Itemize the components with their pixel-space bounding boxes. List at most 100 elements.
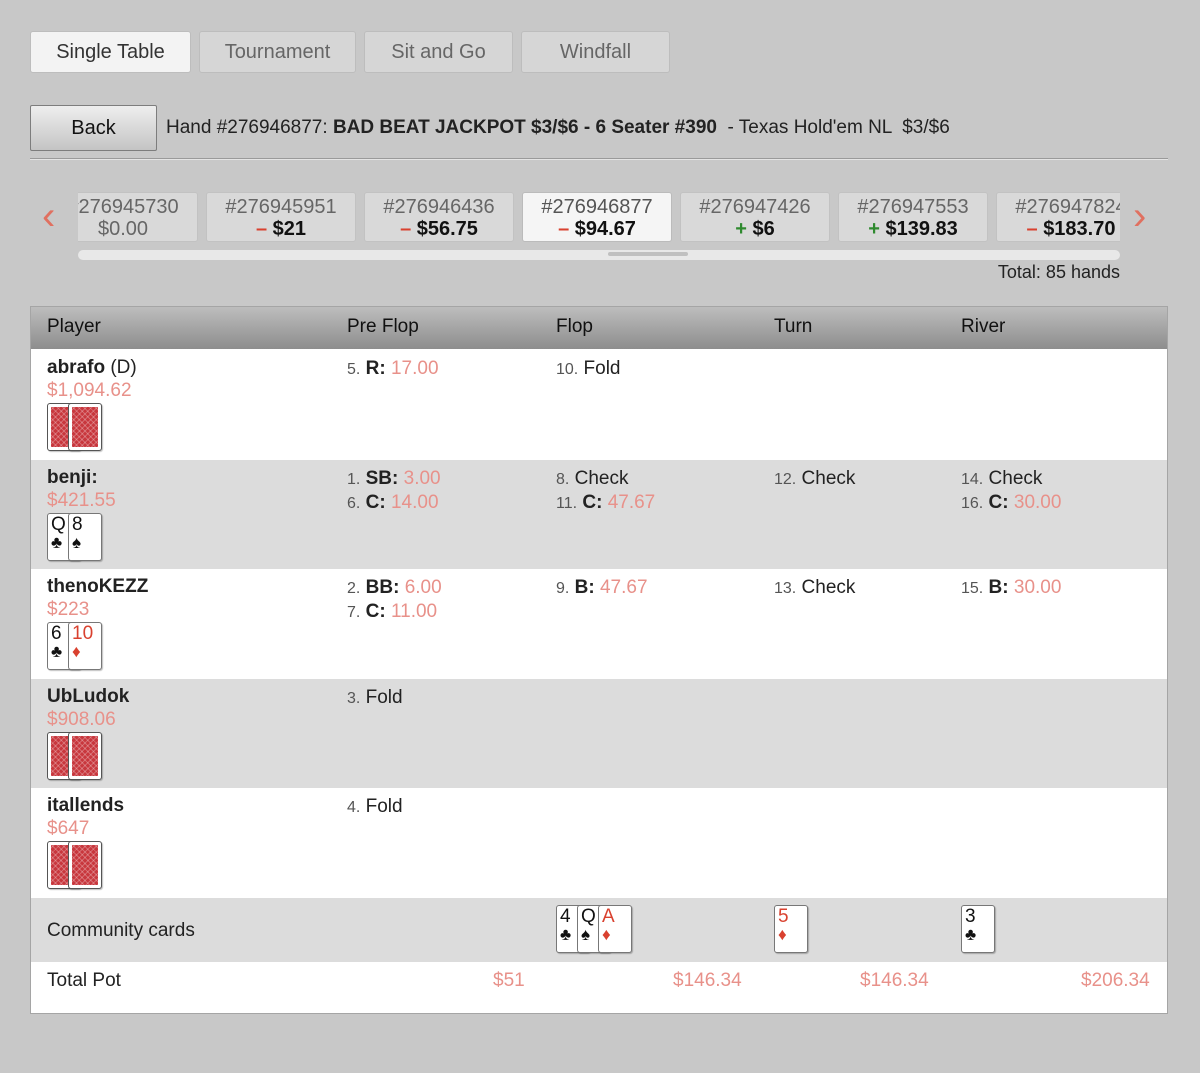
dealer-badge: (D) <box>105 357 137 378</box>
flop-actions: 8. Check 11. C: 47.67 <box>556 467 655 515</box>
hand-tab-result: $0.00 <box>78 218 197 240</box>
river-actions: 14. Check 16. C: 30.00 <box>961 467 1061 515</box>
action-order: 10. <box>556 361 579 378</box>
game-info: - Texas Hold'em NL $3/$6 <box>716 117 950 138</box>
player-row: abrafo (D) $1,094.62 5. R: 17.00 10. Fold <box>31 350 1167 460</box>
column-turn: Turn <box>774 316 813 337</box>
hand-tab-number: #276946877 <box>541 196 653 218</box>
chevron-left-icon[interactable]: ‹ <box>42 196 55 236</box>
hand-history-strip: #276945730 $0.00 #276945951– $21 #276946436… <box>78 192 1120 242</box>
action-order: 8. <box>556 470 570 488</box>
action-order: 12. <box>774 470 797 488</box>
hand-tab-number: #276947553 <box>857 196 969 218</box>
action-order: 1. <box>347 470 361 488</box>
card-rank: 8 <box>72 513 83 535</box>
action-order: 16. <box>961 494 984 512</box>
action-order: 5. <box>347 361 361 378</box>
tab-windfall[interactable]: Windfall <box>521 31 670 73</box>
card-rank: A <box>602 906 615 927</box>
hand-tab[interactable]: #276946877– $94.67 <box>522 192 672 242</box>
minus-icon: – <box>400 218 412 240</box>
action-type: C: <box>988 491 1009 513</box>
action-order: 14. <box>961 470 984 488</box>
table-name: BAD BEAT JACKPOT $3/$6 - 6 Seater #390 <box>332 117 717 138</box>
action-line: 16. C: 30.00 <box>961 491 1061 515</box>
action-type: Check <box>801 577 856 599</box>
action-order: 4. <box>347 799 361 817</box>
hand-tab-amount: $21 <box>272 218 307 240</box>
pot-flop: $146.34 <box>673 970 742 991</box>
action-amount: 3.00 <box>403 467 441 489</box>
chevron-right-icon[interactable]: › <box>1133 196 1146 236</box>
action-line: 14. Check <box>961 467 1061 491</box>
action-type: R: <box>365 358 386 379</box>
river-actions: 15. B: 30.00 <box>961 576 1061 600</box>
column-flop: Flop <box>556 316 593 337</box>
action-type: Fold <box>365 686 403 708</box>
action-line: 9. B: 47.67 <box>556 576 648 600</box>
preflop-actions: 5. R: 17.00 <box>347 357 439 381</box>
player-stack: $647 <box>47 818 90 840</box>
action-amount: 14.00 <box>390 491 439 513</box>
plus-icon: + <box>868 218 880 240</box>
action-order: 7. <box>347 604 361 622</box>
preflop-actions: 1. SB: 3.00 6. C: 14.00 <box>347 467 441 515</box>
hand-tab[interactable]: #276947553 + $139.83 <box>838 192 988 242</box>
hand-tab-result: + $6 <box>681 218 829 240</box>
player-row: UbLudok $908.06 3. Fold <box>31 678 1167 789</box>
action-line: 4. Fold <box>347 795 403 819</box>
action-type: Fold <box>365 796 403 818</box>
column-player: Player <box>47 316 101 337</box>
hand-tab[interactable]: #276946436– $56.75 <box>364 192 514 242</box>
flop-actions: 9. B: 47.67 <box>556 576 648 600</box>
action-order: 3. <box>347 689 361 707</box>
tab-sit-and-go[interactable]: Sit and Go <box>364 31 513 73</box>
action-line: 1. SB: 3.00 <box>347 467 441 491</box>
hand-tab-amount: $139.83 <box>885 218 958 240</box>
action-order: 11. <box>556 494 578 512</box>
player-name-text: benji: <box>47 466 98 488</box>
action-amount: 30.00 <box>1013 491 1062 513</box>
community-cards-row: Community cards 4 ♣ Q ♠ A ♦ 5 ♦ 3 ♣ <box>31 898 1167 962</box>
action-order: 9. <box>556 580 570 598</box>
back-button[interactable]: Back <box>30 105 157 151</box>
minus-icon: – <box>255 218 268 240</box>
table-header: Player Pre Flop Flop Turn River <box>31 307 1167 349</box>
playing-card: A ♦ <box>598 905 632 953</box>
hand-tab[interactable]: #276947426 + $6 <box>680 192 830 242</box>
hand-tab[interactable]: #276947824– $183.70 <box>996 192 1120 242</box>
action-order: 6. <box>347 494 361 512</box>
action-order: 2. <box>347 580 361 598</box>
hand-tab-amount: $94.67 <box>574 218 636 240</box>
preflop-actions: 3. Fold <box>347 686 403 710</box>
hand-strip-scrollbar[interactable] <box>78 250 1120 260</box>
preflop-actions: 4. Fold <box>347 795 403 819</box>
action-amount: 11.00 <box>390 601 438 623</box>
hand-tab[interactable]: #276945951– $21 <box>206 192 356 242</box>
hand-replay-table: Player Pre Flop Flop Turn River abrafo (… <box>30 306 1168 1014</box>
action-type: Check <box>988 467 1043 489</box>
player-row: benji: $421.55 Q ♣ 8 ♠ 1. SB: 3.00 6. C: 14.00 8… <box>31 459 1167 570</box>
tab-single-table[interactable]: Single Table <box>30 31 191 73</box>
minus-icon: – <box>1026 218 1038 240</box>
hand-tab[interactable]: #276945730 $0.00 <box>78 192 198 242</box>
action-amount: 6.00 <box>404 577 442 599</box>
total-hands: Total: 85 hands <box>997 262 1120 282</box>
total-pot-row: Total Pot $51 $146.34 $146.34 $206.34 <box>31 962 1167 1013</box>
playing-card: 5 ♦ <box>774 905 808 953</box>
player-name-text: abrafo <box>47 357 106 378</box>
tab-tournament[interactable]: Tournament <box>199 31 356 73</box>
action-type: Check <box>574 467 629 489</box>
hand-tab-result: – $183.70 <box>997 218 1120 240</box>
action-type: C: <box>365 491 386 513</box>
action-type: B: <box>988 577 1009 599</box>
hand-title: Hand #276946877: BAD BEAT JACKPOT $3/$6 … <box>166 117 950 139</box>
player-name-text: UbLudok <box>47 685 130 707</box>
hand-tab-result: – $56.75 <box>365 218 513 240</box>
preflop-actions: 2. BB: 6.00 7. C: 11.00 <box>347 576 442 624</box>
card-suit-icon: ♣ <box>965 925 977 944</box>
hand-tab-amount: $56.75 <box>416 218 478 240</box>
column-river: River <box>961 316 1006 337</box>
scrollbar-thumb[interactable] <box>608 252 688 256</box>
player-name: thenoKEZZ <box>47 576 148 598</box>
